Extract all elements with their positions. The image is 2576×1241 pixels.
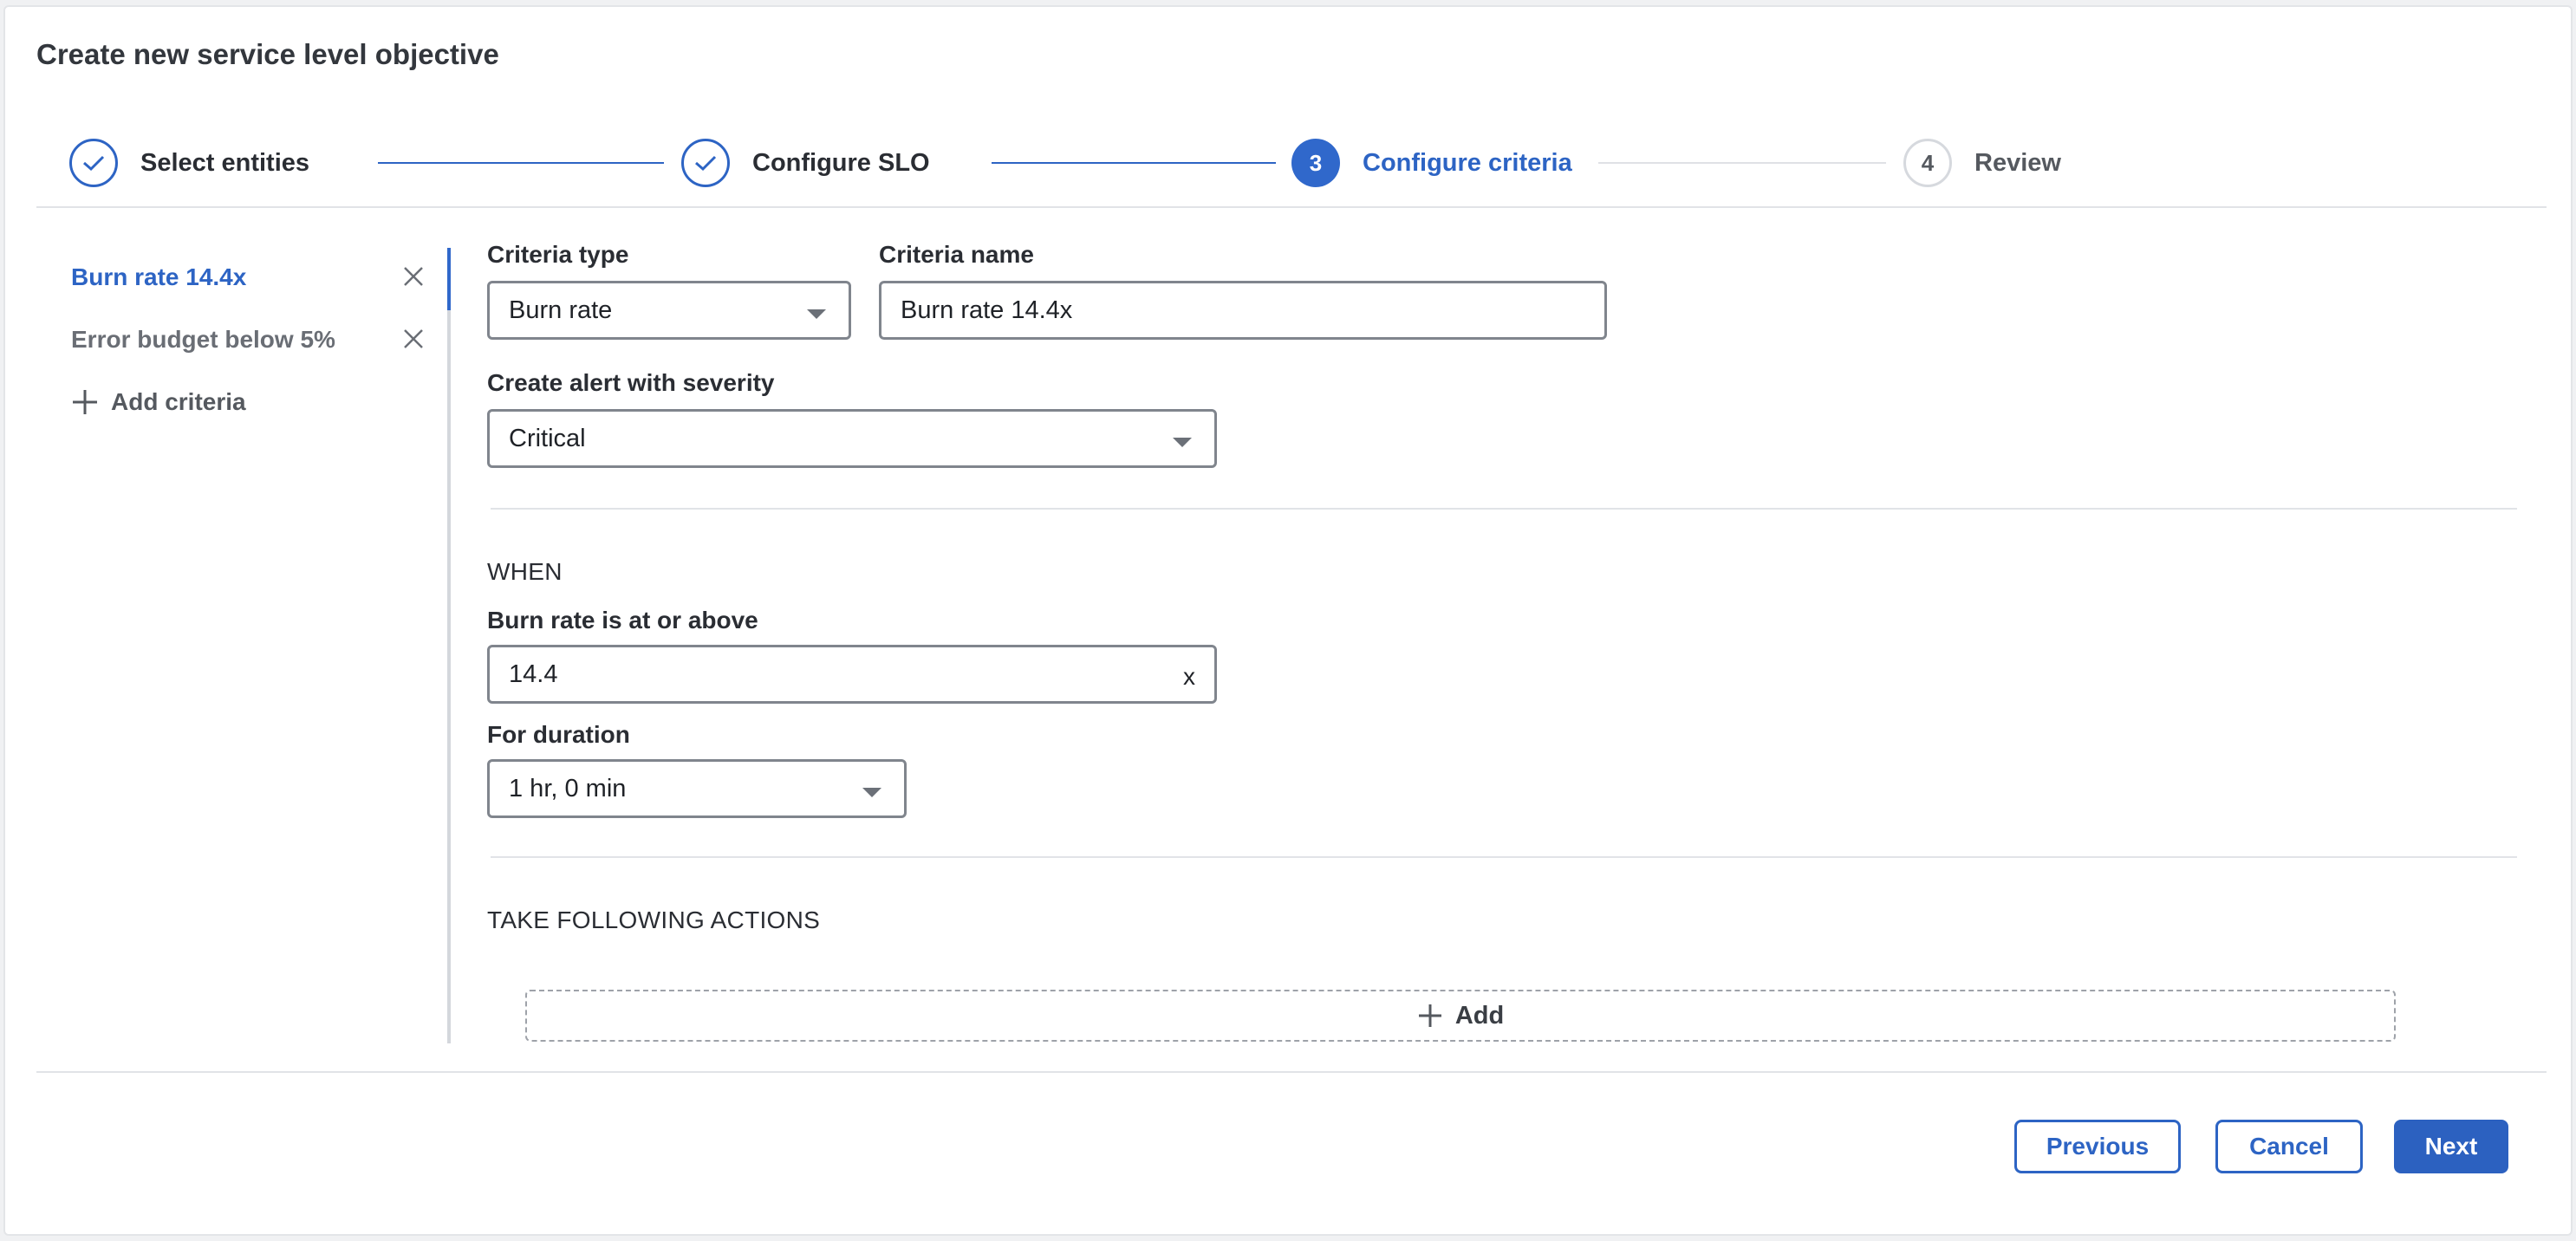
burn-rate-value: 14.4	[509, 659, 558, 688]
add-criteria-label: Add criteria	[111, 388, 246, 415]
step-number-badge: 4	[1903, 139, 1952, 187]
chevron-down-icon	[862, 788, 881, 797]
step-connector	[992, 162, 1276, 164]
step-review[interactable]: 4 Review	[1903, 137, 2061, 189]
step-label: Configure criteria	[1363, 148, 1572, 177]
burn-rate-input[interactable]: 14.4 x	[487, 645, 1217, 704]
previous-button[interactable]: Previous	[2014, 1120, 2181, 1173]
criteria-name-input[interactable]: Burn rate 14.4x	[879, 281, 1607, 340]
criteria-item-error-budget[interactable]: Error budget below 5%	[71, 326, 335, 354]
step-label: Review	[1974, 148, 2061, 177]
step-select-entities[interactable]: Select entities	[69, 137, 309, 189]
duration-label: For duration	[487, 721, 630, 748]
criteria-item-burn-rate[interactable]: Burn rate 14.4x	[71, 263, 246, 291]
criteria-type-value: Burn rate	[509, 296, 613, 324]
criteria-type-label: Criteria type	[487, 241, 629, 268]
plus-icon	[1418, 1004, 1441, 1027]
criteria-list-rail	[447, 248, 451, 1043]
step-connector	[378, 162, 664, 164]
check-icon	[681, 139, 730, 187]
stepper-divider	[36, 206, 2547, 208]
duration-select[interactable]: 1 hr, 0 min	[487, 759, 907, 818]
burn-rate-label: Burn rate is at or above	[487, 607, 758, 633]
close-icon[interactable]	[399, 262, 428, 291]
add-criteria-button[interactable]: Add criteria	[71, 388, 246, 416]
section-divider	[491, 508, 2517, 510]
close-icon[interactable]	[399, 324, 428, 354]
create-slo-dialog: Create new service level objective Selec…	[3, 5, 2573, 1236]
severity-select[interactable]: Critical	[487, 409, 1217, 468]
actions-heading: TAKE FOLLOWING ACTIONS	[487, 906, 821, 933]
footer-divider	[36, 1071, 2547, 1073]
add-action-button[interactable]: Add	[525, 990, 2396, 1042]
step-configure-slo[interactable]: Configure SLO	[681, 137, 930, 189]
criteria-name-label: Criteria name	[879, 241, 1034, 268]
duration-value: 1 hr, 0 min	[509, 774, 627, 802]
next-button[interactable]: Next	[2394, 1120, 2508, 1173]
dialog-title: Create new service level objective	[36, 38, 499, 70]
chevron-down-icon	[1173, 438, 1192, 447]
cancel-button[interactable]: Cancel	[2215, 1120, 2363, 1173]
step-number-badge: 3	[1291, 139, 1340, 187]
severity-label: Create alert with severity	[487, 369, 775, 396]
plus-icon	[73, 390, 97, 414]
when-heading: WHEN	[487, 558, 563, 585]
active-criteria-indicator	[447, 248, 451, 310]
severity-value: Critical	[509, 424, 586, 452]
chevron-down-icon	[807, 309, 826, 319]
step-connector	[1598, 162, 1886, 164]
clear-input-icon[interactable]: x	[1183, 663, 1195, 691]
criteria-name-value: Burn rate 14.4x	[901, 296, 1073, 324]
criteria-type-select[interactable]: Burn rate	[487, 281, 851, 340]
add-action-label: Add	[1454, 1001, 1505, 1030]
step-label: Select entities	[140, 148, 310, 177]
section-divider	[491, 856, 2517, 858]
step-configure-criteria[interactable]: 3 Configure criteria	[1291, 137, 1572, 189]
step-label: Configure SLO	[752, 148, 930, 177]
check-icon	[69, 139, 118, 187]
